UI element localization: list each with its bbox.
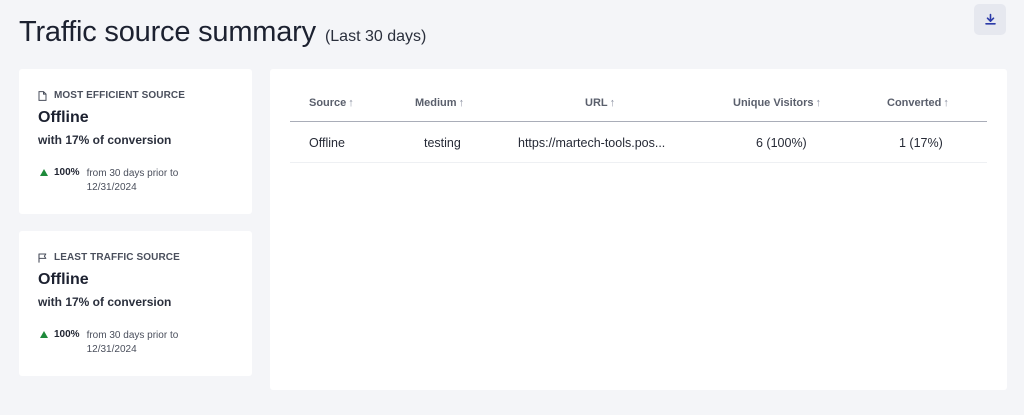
cell-source: Offline [309,136,345,150]
table-row[interactable]: Offline testing https://martech-tools.po… [290,123,987,163]
card-heading-label: MOST EFFICIENT SOURCE [54,90,185,101]
card-value: Offline [38,109,89,126]
change-indicator: 100% from 30 days prior to 12/31/2024 [40,329,197,357]
change-indicator: 100% from 30 days prior to 12/31/2024 [40,167,197,195]
sort-arrow-icon: ↑ [348,97,354,109]
column-header-medium[interactable]: Medium ↑ [415,97,464,109]
cell-url[interactable]: https://martech-tools.pos... [518,136,665,150]
download-icon [984,13,996,25]
column-header-source[interactable]: Source ↑ [309,97,354,109]
most-efficient-source-card: MOST EFFICIENT SOURCE Offline with 17% o… [19,69,252,214]
column-label: URL [585,97,608,109]
page-header: Traffic source summary (Last 30 days) [19,16,426,49]
date-range-label: (Last 30 days) [324,28,427,45]
table-header: Source ↑ Medium ↑ URL ↑ Unique Visitors ↑ Co… [290,94,987,122]
column-label: Medium [415,97,457,109]
change-description: from 30 days prior to 12/31/2024 [86,168,179,193]
card-heading: MOST EFFICIENT SOURCE [38,90,185,101]
sort-arrow-icon: ↑ [943,97,949,109]
traffic-table-panel: Source ↑ Medium ↑ URL ↑ Unique Visitors ↑ Co… [270,69,1007,390]
sort-arrow-icon: ↑ [609,97,616,109]
card-subtext: with 17% of conversion [38,133,172,147]
card-heading: LEAST TRAFFIC SOURCE [38,252,180,263]
column-label: Unique Visitors [733,97,814,109]
file-icon [38,90,47,101]
change-percent: 100% [54,329,80,340]
trend-up-icon [40,331,48,338]
column-header-unique-visitors[interactable]: Unique Visitors ↑ [733,97,821,109]
column-header-converted[interactable]: Converted ↑ [887,97,949,109]
download-button[interactable] [974,4,1006,35]
cell-converted: 1 (17%) [899,136,943,150]
change-description: from 30 days prior to 12/31/2024 [86,330,179,355]
card-subtext: with 17% of conversion [38,295,172,309]
column-label: Converted [887,97,942,109]
flag-icon [38,253,47,263]
card-heading-label: LEAST TRAFFIC SOURCE [54,252,180,263]
cell-unique-visitors: 6 (100%) [756,136,807,150]
column-label: Source [309,97,347,109]
sort-arrow-icon: ↑ [815,97,821,109]
sort-arrow-icon: ↑ [458,97,465,109]
least-traffic-source-card: LEAST TRAFFIC SOURCE Offline with 17% of… [19,231,252,376]
page-title: Traffic source summary [19,16,316,48]
change-percent: 100% [54,167,80,178]
trend-up-icon [40,169,48,176]
column-header-url[interactable]: URL ↑ [585,97,615,109]
card-value: Offline [38,271,89,288]
cell-medium: testing [424,136,461,150]
